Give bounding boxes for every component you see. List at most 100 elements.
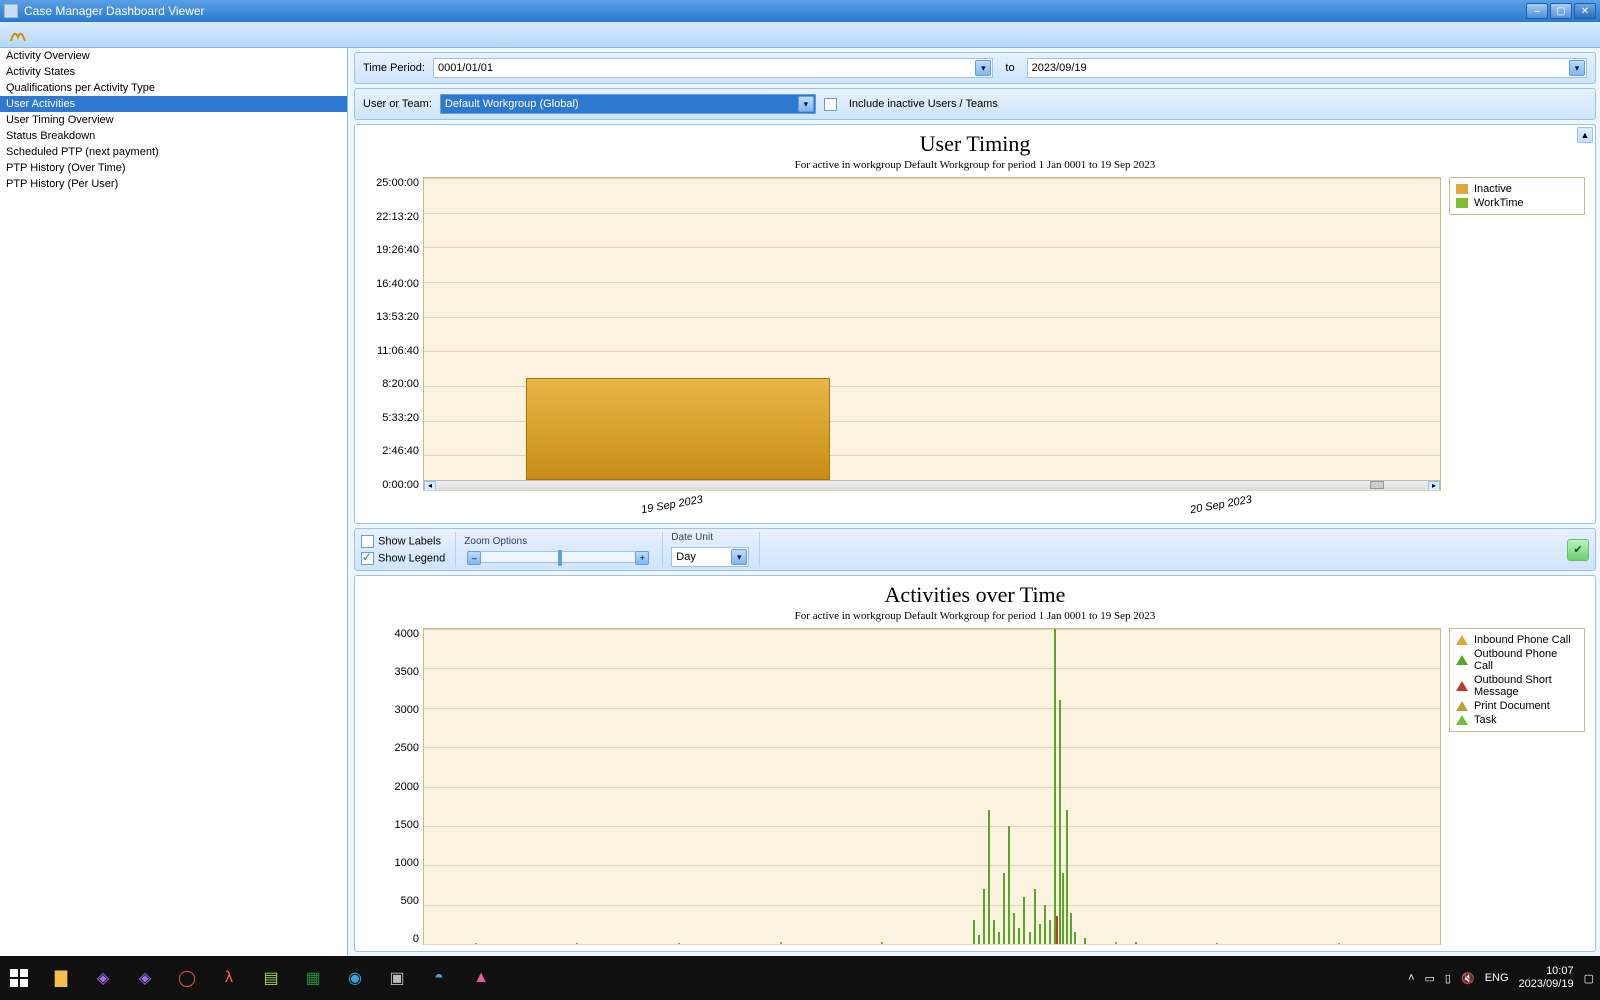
chart-options-bar: Show Labels Show Legend Zoom Options – +… bbox=[354, 528, 1596, 571]
edge-icon[interactable]: ◉ bbox=[342, 965, 368, 991]
sidebar-item[interactable]: User Activities bbox=[0, 96, 347, 112]
chart2-spike bbox=[475, 943, 477, 944]
chart2-spike bbox=[678, 943, 680, 944]
date-unit-dropdown-icon[interactable]: ▾ bbox=[731, 549, 747, 565]
tray-network-icon[interactable]: ▭ bbox=[1425, 972, 1435, 985]
y-tick: 2500 bbox=[395, 742, 419, 754]
date-to-combo[interactable]: ▾ bbox=[1027, 58, 1587, 78]
visual-studio-icon[interactable]: ◈ bbox=[90, 965, 116, 991]
sidebar-item[interactable]: Qualifications per Activity Type bbox=[0, 80, 347, 96]
tray-date[interactable]: 2023/09/19 bbox=[1519, 978, 1574, 991]
file-explorer-icon[interactable]: ▇ bbox=[48, 965, 74, 991]
report-list-sidebar: Activity OverviewActivity StatesQualific… bbox=[0, 48, 348, 956]
user-team-input[interactable] bbox=[440, 94, 816, 114]
app-logo-icon bbox=[8, 26, 28, 44]
user-team-combo[interactable]: ▾ bbox=[440, 94, 816, 114]
terminal-icon[interactable]: ▣ bbox=[384, 965, 410, 991]
chart2-spike bbox=[1115, 942, 1117, 944]
sidebar-item[interactable]: Status Breakdown bbox=[0, 128, 347, 144]
sidebar-item[interactable]: PTP History (Per User) bbox=[0, 176, 347, 192]
chart2-spike bbox=[1216, 943, 1218, 944]
chart2-spike bbox=[1018, 928, 1020, 944]
chart2-plot-area[interactable] bbox=[423, 628, 1441, 945]
chart1-plot-area[interactable]: ◂ ▸ bbox=[423, 177, 1441, 491]
date-from-dropdown-icon[interactable]: ▾ bbox=[975, 60, 991, 76]
chart1-scroll-left-icon[interactable]: ◂ bbox=[424, 481, 436, 491]
notepadpp-icon[interactable]: ▤ bbox=[258, 965, 284, 991]
legend-item: Outbound Short Message bbox=[1456, 673, 1578, 699]
chart2-spike bbox=[576, 943, 578, 944]
tray-time[interactable]: 10:07 bbox=[1519, 965, 1574, 978]
chart2-y-axis: 40003500300025002000150010005000 bbox=[365, 628, 423, 945]
date-unit-combo[interactable]: ▾ bbox=[671, 547, 749, 567]
lambda-icon[interactable]: λ bbox=[216, 965, 242, 991]
chart2-spike bbox=[1039, 924, 1041, 944]
chart2-spike bbox=[1003, 873, 1005, 944]
system-tray[interactable]: ˄ ▭ ▯ 🔇 ENG 10:07 2023/09/19 ▢ bbox=[1408, 965, 1594, 991]
chart2-spike bbox=[780, 942, 782, 944]
tray-language[interactable]: ENG bbox=[1485, 972, 1509, 984]
sidebar-item[interactable]: Scheduled PTP (next payment) bbox=[0, 144, 347, 160]
date-to-dropdown-icon[interactable]: ▾ bbox=[1569, 60, 1585, 76]
maximize-button[interactable]: ▢ bbox=[1550, 3, 1572, 19]
chart2-spike bbox=[1074, 932, 1076, 944]
include-inactive-checkbox[interactable] bbox=[824, 98, 837, 111]
visual-studio-icon-2[interactable]: ◈ bbox=[132, 965, 158, 991]
window-titlebar: Case Manager Dashboard Viewer – ▢ ✕ bbox=[0, 0, 1600, 22]
y-tick: 1500 bbox=[395, 819, 419, 831]
tray-notifications-icon[interactable]: ▢ bbox=[1584, 972, 1594, 985]
zoom-slider[interactable]: – + bbox=[480, 551, 636, 563]
chart1-scroll-thumb[interactable] bbox=[1370, 481, 1384, 489]
app-icon-1[interactable]: ◓ bbox=[426, 965, 452, 991]
chart2-spike bbox=[1034, 889, 1036, 944]
y-tick: 4000 bbox=[395, 628, 419, 640]
legend-item: Inactive bbox=[1456, 182, 1578, 196]
date-from-combo[interactable]: ▾ bbox=[433, 58, 993, 78]
chart1-h-scrollbar[interactable]: ◂ ▸ bbox=[424, 480, 1440, 490]
minimize-button[interactable]: – bbox=[1526, 3, 1548, 19]
windows-taskbar[interactable]: ▇ ◈ ◈ ◯ λ ▤ ▦ ◉ ▣ ◓ ▲ ˄ ▭ ▯ 🔇 ENG 10:07 … bbox=[0, 956, 1600, 1000]
sidebar-item[interactable]: Activity States bbox=[0, 64, 347, 80]
chart1-y-axis: 25:00:0022:13:2019:26:4016:40:0013:53:20… bbox=[365, 177, 423, 491]
chart2-spike bbox=[1135, 942, 1137, 944]
chart2-subtitle: For active in workgroup Default Workgrou… bbox=[355, 610, 1595, 622]
zoom-slider-thumb[interactable] bbox=[558, 550, 562, 566]
tray-volume-icon[interactable]: 🔇 bbox=[1461, 972, 1475, 985]
legend-item: Task bbox=[1456, 713, 1578, 727]
user-timing-chart-pane: ▲ User Timing For active in workgroup De… bbox=[354, 124, 1596, 524]
chart2-title: Activities over Time bbox=[355, 582, 1595, 608]
apply-button[interactable]: ✔ bbox=[1567, 539, 1589, 561]
start-button-icon[interactable] bbox=[6, 965, 32, 991]
y-tick: 1000 bbox=[395, 857, 419, 869]
user-team-dropdown-icon[interactable]: ▾ bbox=[798, 96, 814, 112]
y-tick: 8:20:00 bbox=[382, 378, 419, 390]
chart2-spike bbox=[973, 920, 975, 944]
chart2-spike bbox=[881, 942, 883, 944]
show-labels-checkbox[interactable] bbox=[361, 535, 374, 548]
chart2-spike bbox=[988, 810, 990, 944]
chart1-scroll-right-icon[interactable]: ▸ bbox=[1428, 481, 1440, 491]
tray-chevron-icon[interactable]: ˄ bbox=[1408, 972, 1414, 984]
zoom-out-button[interactable]: – bbox=[467, 551, 481, 565]
app-icon-2[interactable]: ▲ bbox=[468, 965, 494, 991]
chart1-bar-inactive bbox=[526, 378, 831, 480]
opera-icon[interactable]: ◯ bbox=[174, 965, 200, 991]
close-button[interactable]: ✕ bbox=[1574, 3, 1596, 19]
sidebar-item[interactable]: User Timing Overview bbox=[0, 112, 347, 128]
date-to-input[interactable] bbox=[1027, 58, 1587, 78]
chart2-spike bbox=[1070, 913, 1072, 945]
y-tick: 13:53:20 bbox=[376, 311, 419, 323]
y-tick: 3500 bbox=[395, 666, 419, 678]
legend-item: Print Document bbox=[1456, 699, 1578, 713]
sidebar-item[interactable]: Activity Overview bbox=[0, 48, 347, 64]
chart2-spike bbox=[1049, 920, 1051, 944]
chart1-scroll-up-button[interactable]: ▲ bbox=[1577, 127, 1593, 143]
show-legend-checkbox[interactable] bbox=[361, 552, 374, 565]
excel-icon[interactable]: ▦ bbox=[300, 965, 326, 991]
tray-battery-icon[interactable]: ▯ bbox=[1445, 972, 1451, 985]
show-legend-label: Show Legend bbox=[378, 552, 445, 564]
app-toolbar bbox=[0, 22, 1600, 48]
zoom-in-button[interactable]: + bbox=[635, 551, 649, 565]
date-from-input[interactable] bbox=[433, 58, 993, 78]
sidebar-item[interactable]: PTP History (Over Time) bbox=[0, 160, 347, 176]
